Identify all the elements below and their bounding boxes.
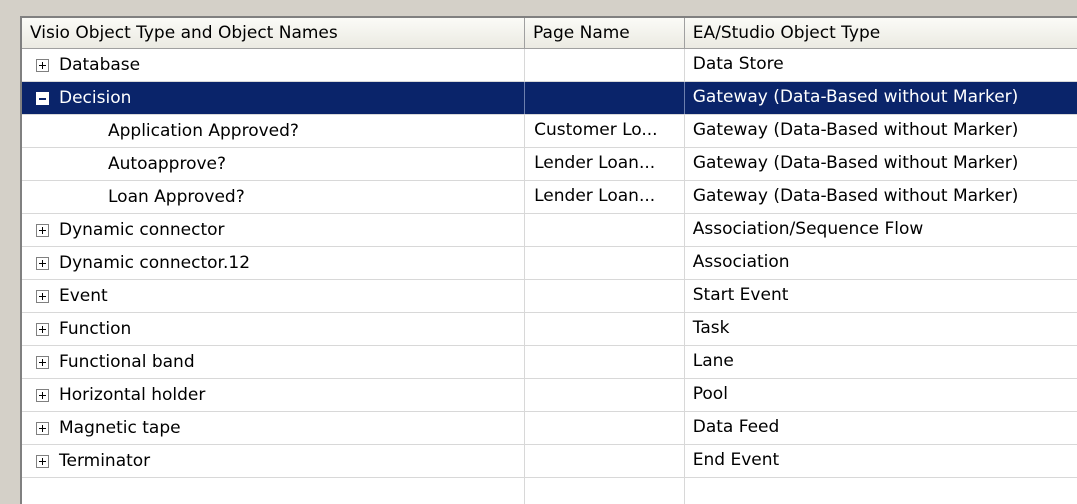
object-type-cell[interactable]: Data Feed — [685, 412, 1077, 444]
object-name-cell[interactable]: Event — [22, 280, 526, 312]
expand-icon[interactable] — [36, 421, 49, 435]
tree-group-row[interactable]: Decision Gateway (Data-Based without Mark… — [22, 82, 1077, 115]
page-name-cell[interactable] — [525, 214, 685, 246]
object-name-label: Dynamic connector — [59, 219, 225, 240]
tree-group-row[interactable]: Terminator End Event — [22, 445, 1077, 478]
tree-group-row[interactable]: Dynamic connector.12 Association — [22, 247, 1077, 280]
object-name-cell[interactable]: Autoapprove? — [22, 148, 526, 180]
object-type-cell[interactable]: Task — [685, 313, 1077, 345]
column-header-object-names[interactable]: Visio Object Type and Object Names — [22, 18, 526, 48]
page-name-cell[interactable] — [525, 379, 685, 411]
object-name-label: Decision — [59, 87, 132, 108]
object-type-cell[interactable]: Start Event — [685, 280, 1077, 312]
object-name-label: Database — [59, 54, 141, 75]
grid-header: Visio Object Type and Object Names Page … — [22, 18, 1077, 49]
object-name-cell[interactable]: Terminator — [22, 445, 526, 477]
object-name-label: Terminator — [59, 450, 151, 471]
empty-row — [22, 478, 1077, 504]
page-name-cell[interactable] — [525, 247, 685, 279]
object-name-cell[interactable]: Horizontal holder — [22, 379, 526, 411]
page-name-cell[interactable]: Lender Loan... — [525, 148, 685, 180]
tree-child-row[interactable]: Autoapprove? Lender Loan... Gateway (Data-… — [22, 148, 1077, 181]
page-name-cell[interactable] — [525, 412, 685, 444]
object-name-cell[interactable]: Dynamic connector.12 — [22, 247, 526, 279]
object-name-cell[interactable]: Function — [22, 313, 526, 345]
page-name-cell[interactable]: Lender Loan... — [525, 181, 685, 213]
page-name-cell[interactable]: Customer Lo... — [525, 115, 685, 147]
tree-group-row[interactable]: Function Task — [22, 313, 1077, 346]
empty-cell — [22, 478, 526, 504]
page-name-cell[interactable] — [525, 313, 685, 345]
column-header-page-name[interactable]: Page Name — [525, 18, 685, 48]
object-name-cell[interactable]: Database — [22, 49, 526, 81]
object-type-cell[interactable]: Gateway (Data-Based without Marker) — [685, 82, 1077, 114]
page-name-cell[interactable] — [525, 49, 685, 81]
expand-icon[interactable] — [36, 289, 49, 303]
grid-body: Database Data Store Decision Gateway (Data-… — [22, 49, 1077, 478]
object-name-label: Loan Approved? — [108, 186, 245, 207]
tree-group-row[interactable]: Magnetic tape Data Feed — [22, 412, 1077, 445]
expand-icon[interactable] — [36, 388, 49, 402]
object-name-cell[interactable]: Dynamic connector — [22, 214, 526, 246]
object-type-cell[interactable]: Lane — [685, 346, 1077, 378]
expand-icon[interactable] — [36, 58, 49, 72]
object-type-cell[interactable]: End Event — [685, 445, 1077, 477]
tree-group-row[interactable]: Horizontal holder Pool — [22, 379, 1077, 412]
tree-group-row[interactable]: Event Start Event — [22, 280, 1077, 313]
object-name-label: Horizontal holder — [59, 384, 206, 405]
object-name-label: Functional band — [59, 351, 195, 372]
object-type-cell[interactable]: Gateway (Data-Based without Marker) — [685, 115, 1077, 147]
expand-icon[interactable] — [36, 454, 49, 468]
object-type-cell[interactable]: Data Store — [685, 49, 1077, 81]
page-name-cell[interactable] — [525, 280, 685, 312]
object-name-label: Application Approved? — [108, 120, 299, 141]
object-type-cell[interactable]: Pool — [685, 379, 1077, 411]
empty-cell — [525, 478, 685, 504]
object-type-cell[interactable]: Gateway (Data-Based without Marker) — [685, 181, 1077, 213]
page-name-cell[interactable] — [525, 346, 685, 378]
object-name-label: Autoapprove? — [108, 153, 227, 174]
page-name-cell[interactable] — [525, 82, 685, 114]
object-name-cell[interactable]: Application Approved? — [22, 115, 526, 147]
object-type-cell[interactable]: Association/Sequence Flow — [685, 214, 1077, 246]
object-name-cell[interactable]: Decision — [22, 82, 526, 114]
tree-group-row[interactable]: Functional band Lane — [22, 346, 1077, 379]
object-mapping-grid[interactable]: Visio Object Type and Object Names Page … — [20, 16, 1077, 504]
tree-child-row[interactable]: Application Approved? Customer Lo... Gatew… — [22, 115, 1077, 148]
object-type-cell[interactable]: Association — [685, 247, 1077, 279]
empty-cell — [685, 478, 1077, 504]
expand-icon[interactable] — [36, 355, 49, 369]
object-name-label: Event — [59, 285, 108, 306]
object-name-cell[interactable]: Loan Approved? — [22, 181, 526, 213]
expand-icon[interactable] — [36, 322, 49, 336]
expand-icon[interactable] — [36, 256, 49, 270]
object-name-label: Dynamic connector.12 — [59, 252, 251, 273]
object-name-cell[interactable]: Functional band — [22, 346, 526, 378]
tree-group-row[interactable]: Dynamic connector Association/Sequence Fl… — [22, 214, 1077, 247]
object-name-label: Magnetic tape — [59, 417, 181, 438]
collapse-icon[interactable] — [36, 91, 49, 105]
tree-group-row[interactable]: Database Data Store — [22, 49, 1077, 82]
object-name-cell[interactable]: Magnetic tape — [22, 412, 526, 444]
expand-icon[interactable] — [36, 223, 49, 237]
column-header-object-type[interactable]: EA/Studio Object Type — [684, 18, 1077, 48]
tree-child-row[interactable]: Loan Approved? Lender Loan... Gateway (Dat… — [22, 181, 1077, 214]
page-name-cell[interactable] — [525, 445, 685, 477]
object-name-label: Function — [59, 318, 132, 339]
object-type-cell[interactable]: Gateway (Data-Based without Marker) — [685, 148, 1077, 180]
